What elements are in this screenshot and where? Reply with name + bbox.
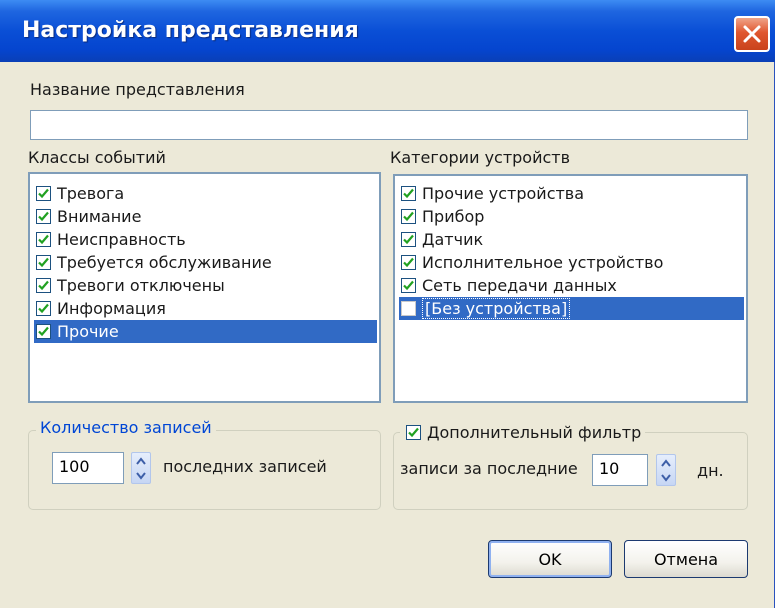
view-name-input[interactable] xyxy=(30,110,748,140)
checkmark-icon xyxy=(38,211,49,222)
checkmark-icon xyxy=(403,188,414,199)
list-item[interactable]: Информация xyxy=(34,297,377,320)
list-item[interactable]: Прочие устройства xyxy=(399,182,744,205)
list-item-label: Прочие устройства xyxy=(422,184,585,203)
cancel-button[interactable]: Отмена xyxy=(624,540,748,578)
checkmark-icon xyxy=(403,234,414,245)
checkbox[interactable] xyxy=(401,186,416,201)
list-item[interactable]: Датчик xyxy=(399,228,744,251)
extra-filter-days-input[interactable]: 10 xyxy=(592,454,648,486)
checkmark-icon xyxy=(38,326,49,337)
checkmark-icon xyxy=(403,257,414,268)
checkbox[interactable] xyxy=(36,301,51,316)
checkbox[interactable] xyxy=(401,255,416,270)
list-item-label: Прочие xyxy=(57,322,119,341)
checkmark-icon xyxy=(403,211,414,222)
list-item[interactable]: Тревога xyxy=(34,182,377,205)
checkbox[interactable] xyxy=(401,301,416,316)
extra-filter-label: Дополнительный фильтр xyxy=(427,423,642,442)
close-icon xyxy=(743,25,761,43)
extra-filter-suffix: дн. xyxy=(697,461,724,480)
list-item[interactable]: Требуется обслуживание xyxy=(34,251,377,274)
list-item-label: Тревоги отключены xyxy=(57,276,225,295)
extra-filter-toggle[interactable]: Дополнительный фильтр xyxy=(400,423,646,442)
chevron-down-icon xyxy=(136,472,146,480)
list-item[interactable]: Прибор xyxy=(399,205,744,228)
list-item-label: Внимание xyxy=(57,207,142,226)
list-item-label: Сеть передачи данных xyxy=(422,276,617,295)
checkbox[interactable] xyxy=(401,209,416,224)
records-count-input[interactable]: 100 xyxy=(52,452,124,484)
checkbox[interactable] xyxy=(401,232,416,247)
ok-button[interactable]: OK xyxy=(488,540,612,578)
checkbox[interactable] xyxy=(36,255,51,270)
device-categories-list[interactable]: Прочие устройства Прибор Датчик Исполнит… xyxy=(393,174,748,403)
window-title: Настройка представления xyxy=(22,18,359,43)
list-item-selected[interactable]: Прочие xyxy=(34,320,377,343)
checkmark-icon xyxy=(408,427,419,438)
records-count-spinner[interactable] xyxy=(131,452,151,484)
checkbox[interactable] xyxy=(36,209,51,224)
list-item-label: Тревога xyxy=(57,184,125,203)
extra-filter-days-spinner[interactable] xyxy=(656,454,676,486)
device-categories-label: Категории устройств xyxy=(390,148,571,167)
close-button[interactable] xyxy=(734,16,770,52)
checkbox[interactable] xyxy=(36,186,51,201)
settings-dialog: Настройка представления Название предста… xyxy=(0,0,775,608)
checkmark-icon xyxy=(38,303,49,314)
extra-filter-days-value: 10 xyxy=(599,459,620,478)
checkbox[interactable] xyxy=(401,278,416,293)
checkmark-icon xyxy=(38,280,49,291)
list-item-label: Датчик xyxy=(422,230,484,249)
title-bar[interactable]: Настройка представления xyxy=(0,0,775,62)
list-item-label: Прибор xyxy=(422,207,485,226)
checkbox[interactable] xyxy=(36,324,51,339)
list-item-label: Исполнительное устройство xyxy=(422,253,664,272)
chevron-down-icon xyxy=(661,474,671,482)
chevron-up-icon xyxy=(661,459,671,467)
view-name-label: Название представления xyxy=(30,80,245,99)
checkbox[interactable] xyxy=(36,232,51,247)
checkmark-icon xyxy=(38,234,49,245)
records-count-value: 100 xyxy=(59,457,90,476)
event-classes-list[interactable]: Тревога Внимание Неисправность Требуется… xyxy=(28,172,381,403)
list-item[interactable]: Внимание xyxy=(34,205,377,228)
extra-filter-prefix: записи за последние xyxy=(400,459,578,478)
list-item-label: Неисправность xyxy=(57,230,186,249)
list-item-label: Требуется обслуживание xyxy=(57,253,272,272)
list-item[interactable]: Тревоги отключены xyxy=(34,274,377,297)
records-count-suffix: последних записей xyxy=(163,457,327,476)
checkmark-icon xyxy=(38,257,49,268)
records-count-legend: Количество записей xyxy=(36,418,216,437)
extra-filter-checkbox[interactable] xyxy=(406,425,421,440)
list-item[interactable]: Исполнительное устройство xyxy=(399,251,744,274)
list-item[interactable]: Сеть передачи данных xyxy=(399,274,744,297)
list-item-selected[interactable]: [Без устройства] xyxy=(399,297,744,320)
list-item[interactable]: Неисправность xyxy=(34,228,377,251)
checkmark-icon xyxy=(403,280,414,291)
checkbox[interactable] xyxy=(36,278,51,293)
chevron-up-icon xyxy=(136,457,146,465)
event-classes-label: Классы событий xyxy=(28,148,166,167)
list-item-label: [Без устройства] xyxy=(422,298,571,319)
list-item-label: Информация xyxy=(57,299,166,318)
checkmark-icon xyxy=(38,188,49,199)
